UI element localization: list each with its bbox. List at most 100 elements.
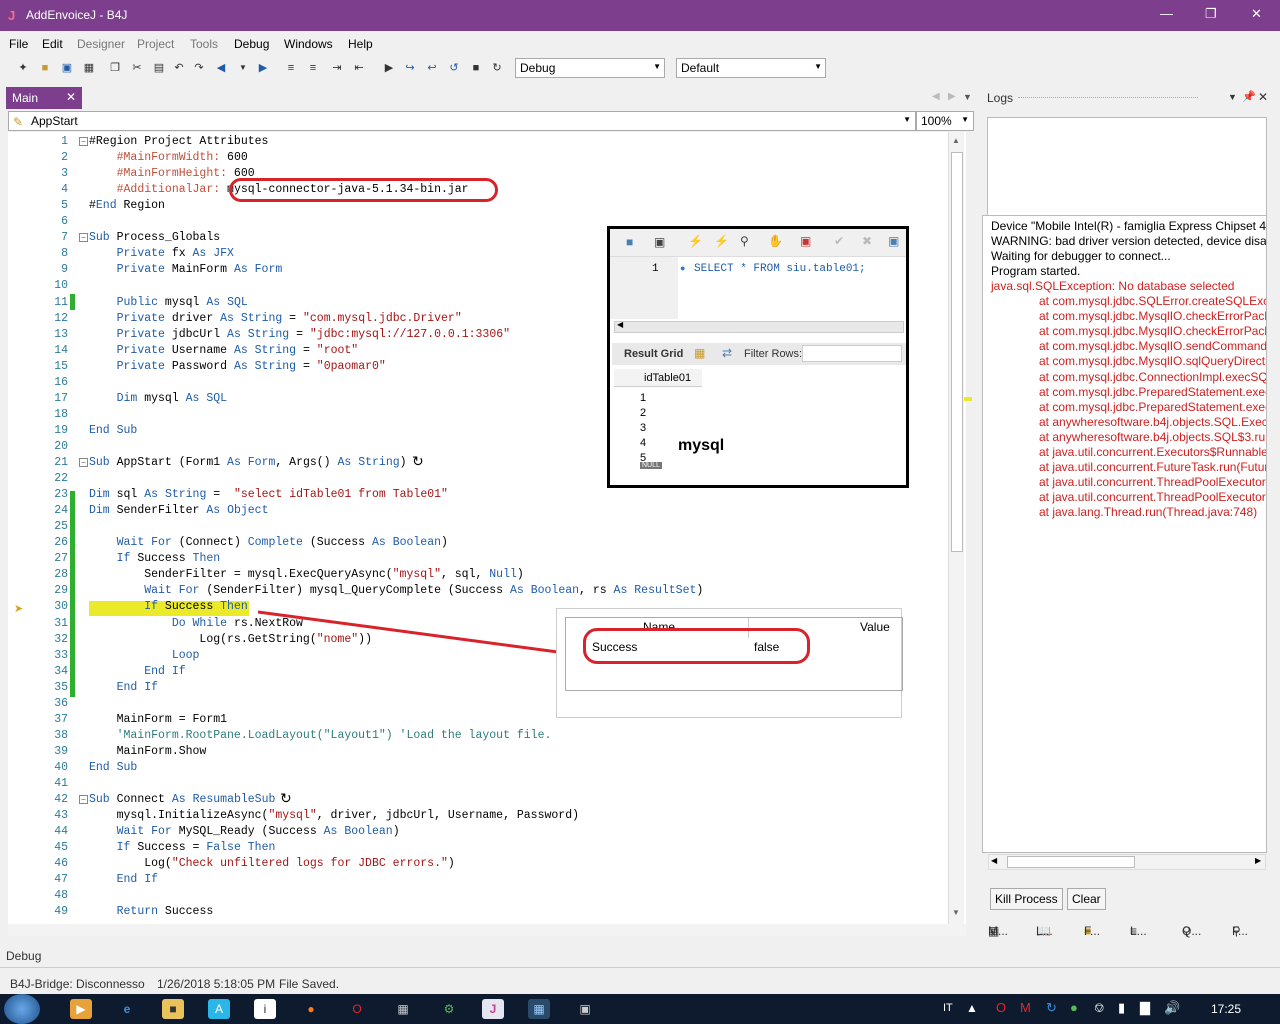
scroll-up-icon[interactable]: ▲ [952, 136, 960, 145]
tab-scroll-right-icon[interactable]: ▶ [948, 91, 956, 102]
step-over-icon[interactable]: ↩ [425, 61, 439, 75]
line-number: 32 [54, 632, 68, 646]
tab-list-icon[interactable]: ▼ [963, 92, 972, 102]
tray-sync-icon[interactable]: ↻ [1046, 1000, 1057, 1016]
uncomment-icon[interactable]: ≡ [306, 61, 320, 75]
pin-icon[interactable]: 📌 [1242, 90, 1256, 103]
tool-icon[interactable]: ⚙ [438, 999, 460, 1019]
stop-icon[interactable]: ■ [469, 61, 483, 75]
logs-horizontal-scrollbar[interactable]: ◀ ▶ [988, 854, 1266, 870]
tray-shield-icon[interactable]: ● [1070, 1000, 1078, 1015]
opera-icon[interactable]: O [346, 999, 368, 1019]
network-icon[interactable]: ▇ [1140, 1000, 1150, 1016]
line-number: 25 [54, 520, 68, 534]
language-indicator[interactable]: IT [943, 1002, 953, 1014]
workbench-task-icon[interactable]: ▦ [528, 999, 550, 1019]
minimize-button[interactable]: — [1160, 6, 1173, 21]
line-number: 46 [54, 857, 68, 871]
clear-button[interactable]: Clear [1067, 888, 1106, 910]
scroll-right-icon[interactable]: ▶ [1255, 856, 1261, 865]
kill-process-button[interactable]: Kill Process [990, 888, 1063, 910]
line-number: 7 [61, 231, 68, 245]
logs-output[interactable]: Device "Mobile Intel(R) - famiglia Expre… [982, 215, 1267, 853]
save-all-icon[interactable]: ▦ [82, 61, 96, 75]
close-tab-icon[interactable]: ✕ [66, 90, 76, 104]
highlight-annotation [583, 628, 810, 664]
close-icon[interactable]: ✕ [1258, 90, 1268, 104]
step-out-icon[interactable]: ↺ [447, 61, 461, 75]
menu-debug[interactable]: Debug [234, 37, 269, 51]
scroll-down-icon[interactable]: ▼ [952, 908, 960, 917]
tab-libraries-label: L... [1036, 924, 1053, 938]
code-line: Wait For (SenderFilter) mysql_QueryCompl… [144, 584, 704, 598]
start-button[interactable] [4, 994, 40, 1024]
menu-edit[interactable]: Edit [42, 37, 63, 51]
save-icon[interactable]: ▣ [60, 61, 74, 75]
paste-icon[interactable]: ▤ [152, 61, 166, 75]
build-config-combo[interactable]: Debug ▼ [515, 58, 665, 78]
indent-icon[interactable]: ⇥ [330, 61, 344, 75]
step-in-icon[interactable]: ↪ [403, 61, 417, 75]
redo-icon[interactable]: ↷ [192, 61, 206, 75]
close-button[interactable]: ✕ [1251, 6, 1262, 22]
explorer-icon[interactable]: ■ [162, 999, 184, 1019]
app-a-icon[interactable]: A [208, 999, 230, 1019]
menu-project[interactable]: Project [137, 37, 174, 51]
log-line: WARNING: bad driver version detected, de… [991, 234, 1267, 249]
menu-tools[interactable]: Tools [190, 37, 218, 51]
tray-usb-icon[interactable]: ⎊ [1094, 1000, 1104, 1016]
sql-query: SELECT * FROM siu.table01; [694, 263, 866, 275]
b4j-task-icon[interactable]: J [482, 999, 504, 1019]
copy-icon[interactable]: ❐ [108, 61, 122, 75]
app-task-icon[interactable]: ▣ [574, 999, 596, 1019]
undo-icon[interactable]: ↶ [172, 61, 186, 75]
maximize-button[interactable]: ❐ [1205, 6, 1217, 22]
ie-icon[interactable]: e [116, 999, 138, 1019]
scroll-left-icon[interactable]: ◀ [991, 856, 997, 865]
scrollbar-thumb[interactable] [1007, 856, 1135, 868]
firefox-icon[interactable]: ● [300, 999, 322, 1019]
notes-icon[interactable]: ▦ [392, 999, 414, 1019]
taskbar-clock[interactable]: 17:25 [1211, 1002, 1241, 1016]
back-icon[interactable]: ◀ [214, 61, 228, 75]
tray-opera-icon[interactable]: O [996, 1000, 1006, 1015]
platform-combo[interactable]: Default ▼ [676, 58, 826, 78]
back-dropdown-icon[interactable]: ▼ [236, 61, 250, 75]
explain-icon: ⚲ [740, 234, 749, 248]
editor-vertical-scrollbar[interactable]: ▲ ▼ [948, 132, 964, 924]
debug-tab[interactable]: Debug [6, 949, 41, 963]
menu-designer[interactable]: Designer [77, 37, 125, 51]
fold-toggle-icon[interactable]: − [79, 458, 88, 467]
scrollbar-thumb[interactable] [951, 152, 963, 552]
tray-mail-icon[interactable]: M [1020, 1000, 1031, 1015]
cut-icon[interactable]: ✂ [130, 61, 144, 75]
chevron-down-icon[interactable]: ▼ [1228, 92, 1237, 102]
sub-selector[interactable]: ✎ AppStart ▼ [8, 111, 916, 131]
editor-horizontal-scrollbar[interactable] [8, 924, 966, 936]
logs-header: Logs ▼ 📌 ✕ [982, 87, 1275, 109]
tray-power-icon[interactable]: ▮ [1118, 1000, 1125, 1016]
show-hidden-icon[interactable]: ▲ [966, 1001, 978, 1015]
tab-main[interactable]: Main ✕ [6, 87, 82, 109]
comment-icon[interactable]: ≡ [284, 61, 298, 75]
line-number: 9 [61, 263, 68, 277]
tab-scroll-left-icon[interactable]: ◀ [932, 91, 940, 102]
open-folder-icon[interactable]: ■ [38, 61, 52, 75]
run-icon[interactable]: ▶ [382, 61, 396, 75]
fold-toggle-icon[interactable]: − [79, 137, 88, 146]
media-player-icon[interactable]: ▶ [70, 999, 92, 1019]
new-file-icon[interactable]: ✦ [16, 61, 30, 75]
restart-icon[interactable]: ↻ [490, 61, 504, 75]
menu-help[interactable]: Help [348, 37, 373, 51]
code-line: End Sub [89, 760, 138, 774]
menu-windows[interactable]: Windows [284, 37, 333, 51]
zoom-combo[interactable]: 100% ▼ [916, 111, 974, 131]
forward-icon[interactable]: ▶ [256, 61, 270, 75]
volume-icon[interactable]: 🔊 [1164, 1000, 1180, 1016]
info-app-icon[interactable]: i [254, 999, 276, 1019]
fold-toggle-icon[interactable]: − [79, 795, 88, 805]
menu-file[interactable]: File [9, 37, 28, 51]
fold-toggle-icon[interactable]: − [79, 233, 88, 243]
outdent-icon[interactable]: ⇤ [352, 61, 366, 75]
line-number: 34 [54, 664, 68, 678]
